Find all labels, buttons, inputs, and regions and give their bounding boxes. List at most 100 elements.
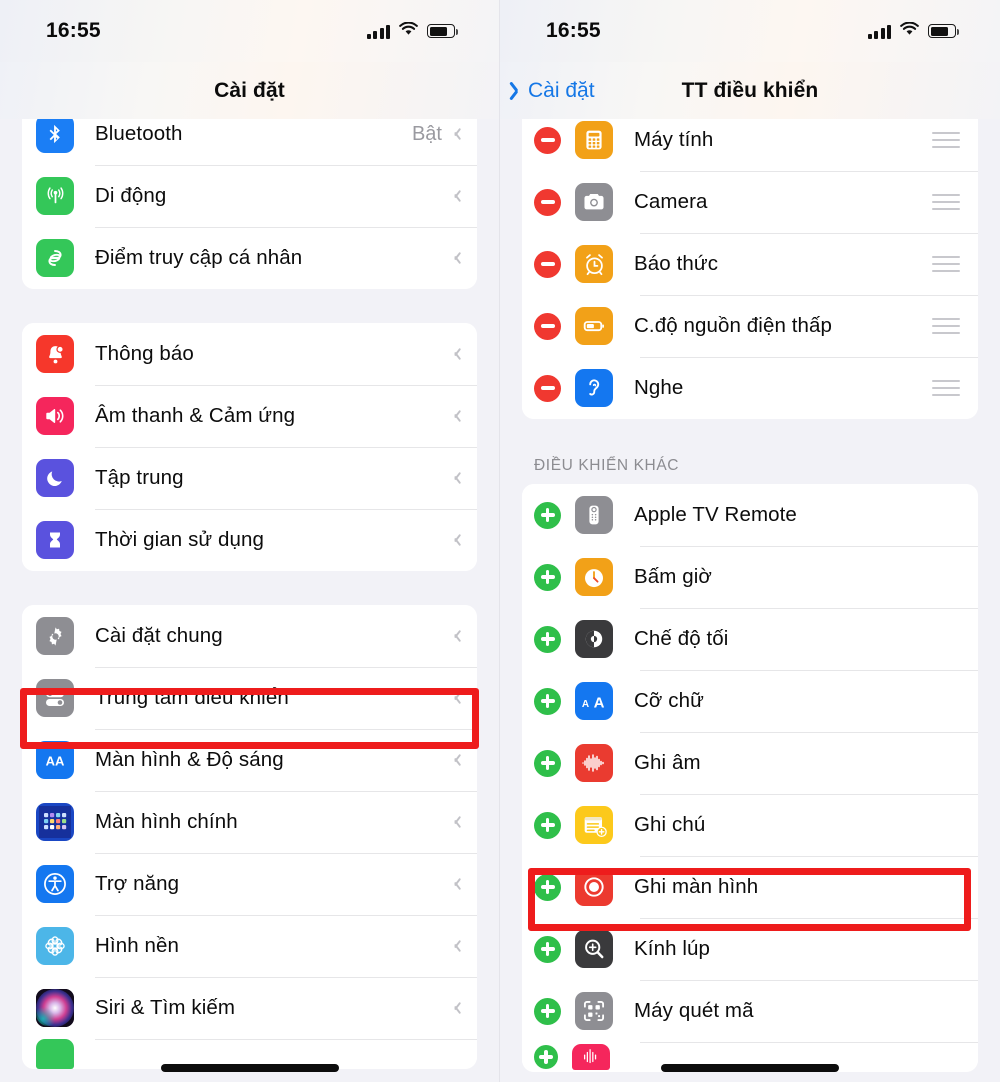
dark-mode-icon [575,620,613,658]
home-indicator [160,1064,339,1072]
personal-hotspot-icon [36,239,74,277]
nav-bar-left: Cài đặt [0,62,499,119]
battery-icon [427,24,459,38]
nav-bar-right: Cài đặt TT điều khiển [500,62,1000,119]
reorder-handle-icon[interactable] [932,317,960,335]
general-gear-icon [36,617,74,655]
chevron-right-icon [452,1000,461,1016]
back-button-label: Cài đặt [528,78,595,102]
screen-time-icon [36,521,74,559]
sidebar-item-notifications[interactable]: Thông báo [22,323,477,385]
chevron-right-icon [452,814,461,830]
status-clock: 16:55 [546,19,601,42]
control-row-dark-mode[interactable]: Chế độ tối [522,608,978,670]
sidebar-item-sounds-haptics[interactable]: Âm thanh & Cảm ứng [22,385,477,447]
bluetooth-icon [36,115,74,153]
cellular-signal-icon [366,24,390,39]
control-label: Nghe [634,376,684,399]
home-indicator [661,1064,839,1072]
settings-group-system: Cài đặt chung Trung tâm điều khiển AA Mà… [22,605,477,1069]
settings-scroll-area[interactable]: Bluetooth Bật Di động Điểm truy cập cá n… [0,103,499,1082]
control-label: Kính lúp [634,937,711,960]
reorder-handle-icon[interactable] [932,379,960,397]
dual-screenshot-container: 16:55 Cài đặt Bluetooth Bật Di động Điểm… [0,0,1000,1082]
remove-control-button[interactable] [534,250,561,278]
sidebar-item-display-brightness[interactable]: AA Màn hình & Độ sáng [22,729,477,791]
control-label: Chế độ tối [634,627,729,650]
add-control-button[interactable] [534,935,561,963]
control-row-code-scanner[interactable]: Máy quét mã [522,980,978,1042]
control-row-apple-tv-remote[interactable]: Apple TV Remote [522,484,978,546]
home-screen-icon [36,803,74,841]
included-controls-group: Máy tính Camera Báo thức C.độ nguồn điện… [522,109,978,419]
sidebar-item-control-center[interactable]: Trung tâm điều khiển [22,667,477,729]
control-center-scroll-area[interactable]: Máy tính Camera Báo thức C.độ nguồn điện… [500,109,1000,1082]
control-row-screen-recording[interactable]: Ghi màn hình [522,856,978,918]
chevron-right-icon [452,188,461,204]
display-brightness-icon: AA [36,741,74,779]
control-row-voice-memos[interactable]: Ghi âm [522,732,978,794]
add-control-button[interactable] [534,1045,558,1069]
focus-icon [36,459,74,497]
control-row-alarm[interactable]: Báo thức [522,233,978,295]
control-label: Ghi màn hình [634,875,759,898]
control-row-text-size[interactable]: AA Cỡ chữ [522,670,978,732]
remove-control-button[interactable] [534,374,561,402]
control-row-camera[interactable]: Camera [522,171,978,233]
sidebar-item-label: Hình nền [95,934,180,957]
sidebar-item-cellular[interactable]: Di động [22,165,477,227]
control-row-hearing[interactable]: Nghe [522,357,978,419]
chevron-right-icon [452,532,461,548]
left-phone-screen: 16:55 Cài đặt Bluetooth Bật Di động Điểm… [0,0,500,1082]
control-row-low-power-mode[interactable]: C.độ nguồn điện thấp [522,295,978,357]
sidebar-item-label: Thông báo [95,342,194,365]
remove-control-button[interactable] [534,188,561,216]
control-row-magnifier[interactable]: Kính lúp [522,918,978,980]
sidebar-item-wallpaper[interactable]: Hình nền [22,915,477,977]
sidebar-item-focus[interactable]: Tập trung [22,447,477,509]
remove-control-button[interactable] [534,312,561,340]
add-control-button[interactable] [534,997,561,1025]
reorder-handle-icon[interactable] [932,193,960,211]
sidebar-item-label: Di động [95,184,167,207]
add-control-button[interactable] [534,749,561,777]
sidebar-item-label: Âm thanh & Cảm ứng [95,404,296,427]
chevron-right-icon [452,938,461,954]
sidebar-item-screen-time[interactable]: Thời gian sử dụng [22,509,477,571]
camera-icon [575,183,613,221]
notes-icon [575,806,613,844]
wifi-icon [399,21,418,41]
sidebar-item-label: Trợ năng [95,872,180,895]
sidebar-item-general[interactable]: Cài đặt chung [22,605,477,667]
calculator-icon [575,121,613,159]
cellular-signal-icon [867,24,891,39]
other-controls-group: Apple TV Remote Bấm giờ Chế độ tối A A C… [522,484,978,1072]
sidebar-item-accessibility[interactable]: Trợ năng [22,853,477,915]
control-row-stopwatch[interactable]: Bấm giờ [522,546,978,608]
add-control-button[interactable] [534,687,561,715]
chevron-right-icon [452,250,461,266]
add-control-button[interactable] [534,625,561,653]
reorder-handle-icon[interactable] [932,131,960,149]
sidebar-item-label: Bluetooth [95,122,183,145]
status-bar-right: 16:55 [500,0,1000,62]
reorder-handle-icon[interactable] [932,255,960,273]
control-label: Apple TV Remote [634,503,797,526]
remove-control-button[interactable] [534,126,561,154]
sounds-haptics-icon [36,397,74,435]
sidebar-item-home-screen[interactable]: Màn hình chính [22,791,477,853]
add-control-button[interactable] [534,811,561,839]
back-button[interactable]: Cài đặt [513,79,595,103]
chevron-left-icon [513,81,524,101]
voice-memos-icon [575,744,613,782]
sidebar-item-personal-hotspot[interactable]: Điểm truy cập cá nhân [22,227,477,289]
add-control-button[interactable] [534,501,561,529]
add-control-button[interactable] [534,563,561,591]
siri-search-icon [36,989,74,1027]
add-control-button[interactable] [534,873,561,901]
control-row-notes[interactable]: Ghi chú [522,794,978,856]
sidebar-item-label: Thời gian sử dụng [95,528,265,551]
sidebar-item-siri-search[interactable]: Siri & Tìm kiếm [22,977,477,1039]
